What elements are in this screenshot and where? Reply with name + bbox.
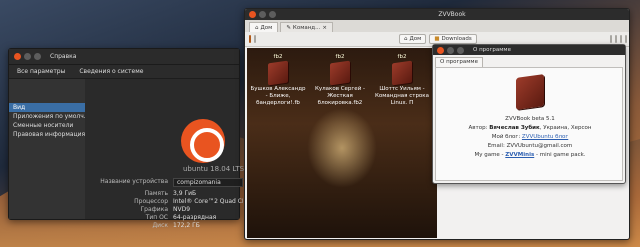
game-link[interactable]: ZVVMinis	[505, 152, 534, 158]
book-item[interactable]: fb2 Бушков Александр - Ближе, бандерлоги…	[249, 54, 307, 107]
info-key: Диск	[152, 222, 168, 229]
minimize-button[interactable]	[259, 11, 266, 18]
book-title: Бушков Александр - Ближе, бандерлоги!.fb	[250, 86, 306, 106]
sidebar-item-appearance[interactable]: Вид	[9, 103, 85, 112]
tab-about[interactable]: О программе	[435, 57, 483, 67]
shelf-background	[307, 108, 377, 188]
tabs-icon[interactable]	[254, 35, 256, 43]
book-shelf: fb2 Бушков Александр - Ближе, бандерлоги…	[247, 48, 437, 238]
home-button[interactable]: ⌂ Дом	[399, 34, 427, 44]
book-icon	[392, 60, 412, 86]
author-label: Автор:	[468, 125, 488, 131]
book-title: Кулаков Сергей - Жесткая блокировка.fb2	[314, 86, 366, 106]
settings-titlebar: Справка	[9, 49, 239, 65]
tab-commands[interactable]: ✎ Команд... ×	[280, 22, 333, 32]
info-key: Тип ОС	[145, 214, 168, 221]
author-line: Автор: Вячеслав Зубик, Украина, Херсон	[436, 125, 624, 131]
game-label: My game -	[474, 152, 504, 158]
author-place: , Украина, Херсон	[539, 125, 592, 131]
sidebar-item-default-apps[interactable]: Приложения по умолч...	[9, 112, 85, 121]
minimize-button[interactable]	[447, 46, 454, 54]
close-button[interactable]	[249, 11, 256, 18]
info-value: 64-разрядная	[173, 214, 217, 221]
info-key: Память	[144, 190, 168, 197]
game-suffix: - mini game pack.	[535, 152, 586, 158]
version-text: ZVVBook beta 5.1	[505, 116, 555, 122]
downloads-label: Downloads	[441, 36, 472, 42]
sidebar-item-legal[interactable]: Правовая информация	[9, 130, 85, 139]
refresh-icon[interactable]	[624, 35, 627, 43]
about-dialog: О программе О программе ZVVBook beta 5.1…	[432, 44, 626, 184]
maximize-button[interactable]	[34, 53, 41, 60]
info-value: 3,9 ГиБ	[173, 190, 197, 197]
minimize-button[interactable]	[24, 53, 31, 60]
home-icon: ⌂	[255, 24, 259, 31]
info-row-graphics: Графика NVD9	[93, 206, 243, 213]
sidebar-item-removable-media[interactable]: Сменные носители	[9, 121, 85, 130]
downloads-button[interactable]: ■ Downloads	[429, 34, 477, 44]
dialog-title: О программе	[473, 47, 511, 53]
about-panel: ZVVBook beta 5.1 Автор: Вячеслав Зубик, …	[435, 67, 623, 181]
email-value: ZVVUbuntu@gmail.com	[506, 143, 573, 149]
zvvbook-titlebar: ZVVBook	[245, 9, 629, 20]
close-button[interactable]	[437, 46, 444, 54]
open-icon[interactable]	[249, 35, 251, 43]
book-format: fb2	[335, 54, 345, 60]
maximize-button[interactable]	[269, 11, 276, 18]
settings-window: Справка Все параметры Сведения о системе…	[8, 48, 244, 229]
bookmark-icon: ✎	[286, 24, 291, 31]
book-format: fb2	[397, 54, 407, 60]
info-row-cpu: Процессор Intel® Core™2 Quad CPU Q82	[93, 198, 243, 205]
window-title: Справка	[50, 53, 77, 60]
tab-system-info[interactable]: Сведения о системе	[79, 68, 143, 75]
email-line: Email: ZVVUbuntu@gmail.com	[436, 143, 624, 149]
system-info-panel: ubuntu 18.04 LTS Название устройства com…	[85, 79, 244, 229]
home-icon: ⌂	[404, 36, 408, 42]
grid-view-icon[interactable]	[609, 35, 612, 43]
author-name: Вячеслав Зубик	[489, 125, 540, 131]
book-icon	[330, 60, 350, 86]
settings-tabs: Все параметры Сведения о системе	[9, 65, 239, 79]
blog-link[interactable]: ZVVUbuntu блог	[522, 134, 568, 140]
book-item[interactable]: fb2 Кулаков Сергей - Жесткая блокировка.…	[311, 54, 369, 107]
zvvbook-tabs: ⌂ Дом ✎ Команд... ×	[245, 20, 629, 32]
info-row-memory: Память 3,9 ГиБ	[93, 190, 243, 197]
info-key: Процессор	[134, 198, 168, 205]
info-value: NVD9	[173, 206, 191, 213]
email-label: Email:	[487, 143, 505, 149]
info-row-os-type: Тип ОС 64-разрядная	[93, 214, 243, 221]
book-format: fb2	[273, 54, 283, 60]
book-item[interactable]: fb2 Шоттс Уильям - Командная строка Linu…	[373, 54, 431, 107]
maximize-button[interactable]	[457, 46, 464, 54]
close-button[interactable]	[14, 53, 21, 60]
info-row-device: Название устройства compizomania	[93, 178, 243, 187]
blog-label: Мой блог:	[491, 134, 521, 140]
book-title: Шоттс Уильям - Командная строка Linux. П	[375, 86, 429, 106]
book-icon	[516, 74, 544, 110]
close-icon[interactable]: ×	[322, 25, 327, 31]
info-value: 172,2 ГБ	[173, 222, 200, 229]
home-label: Дом	[409, 36, 422, 42]
info-row-disk: Диск 172,2 ГБ	[93, 222, 243, 229]
tab-label: Команд...	[292, 24, 321, 31]
window-title: ZVVBook	[438, 11, 466, 18]
tab-home[interactable]: ⌂ Дом	[249, 22, 279, 32]
tab-all-settings[interactable]: Все параметры	[17, 68, 65, 75]
blog-line: Мой блог: ZVVUbuntu блог	[436, 134, 624, 140]
info-value: Intel® Core™2 Quad CPU Q82	[173, 198, 243, 205]
about-titlebar: О программе	[433, 45, 625, 55]
settings-sidebar: Вид Приложения по умолч... Сменные носит…	[9, 79, 85, 219]
os-name: ubuntu 18.04 LTS	[183, 165, 245, 173]
game-line: My game - ZVVMinis - mini game pack.	[436, 152, 624, 158]
info-key: Название устройства	[100, 178, 168, 185]
ubuntu-logo-icon	[181, 119, 225, 163]
tab-label: Дом	[260, 24, 273, 31]
book-icon	[268, 60, 288, 86]
list-view-icon[interactable]	[614, 35, 617, 43]
device-name-field[interactable]: compizomania	[173, 178, 243, 187]
info-key: Графика	[140, 206, 168, 213]
folder-icon: ■	[434, 36, 440, 42]
settings-icon[interactable]	[619, 35, 622, 43]
